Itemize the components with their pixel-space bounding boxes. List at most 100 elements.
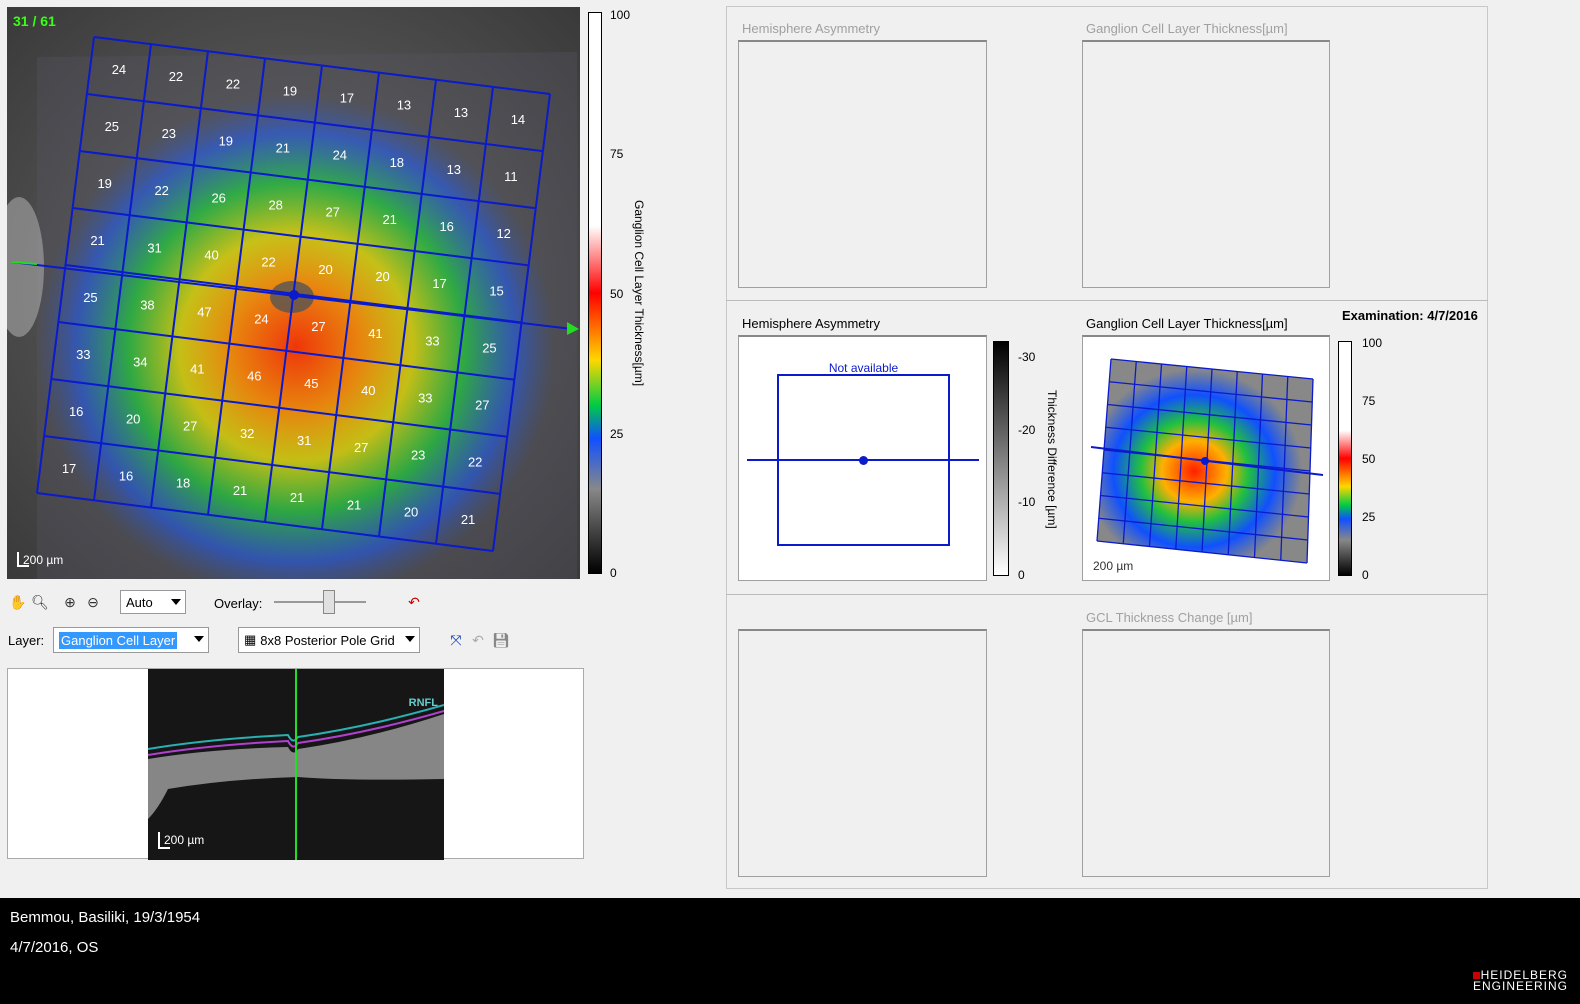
- grid-cell-value: 25: [482, 340, 496, 355]
- grid-cell-value: 27: [475, 398, 489, 413]
- grid-cell-value: 33: [425, 333, 439, 348]
- row-divider: [726, 300, 1488, 301]
- grid-cell-value: 25: [105, 119, 119, 134]
- grid-cell-value: 12: [496, 226, 510, 241]
- grid-cell-value: 21: [290, 490, 304, 505]
- thumb-tick: 50: [1362, 452, 1376, 466]
- save-icon[interactable]: 💾︎: [491, 630, 511, 650]
- undo-icon[interactable]: ↶: [468, 630, 488, 650]
- overlay-slider-track[interactable]: [274, 601, 366, 603]
- grid-select-value: 8x8 Posterior Pole Grid: [260, 632, 395, 648]
- fundus-image-view[interactable]: 24 22 22 19 17 13 13 14 25 23 19 21 24 18 13 11 19 22 26 28…: [7, 7, 580, 579]
- rnfl-tag: RNFL: [408, 697, 438, 709]
- thumb-colorbar: [1338, 341, 1352, 576]
- diff-tick: -30: [1018, 350, 1036, 364]
- magnifier-icon[interactable]: 🔍︎: [30, 592, 50, 612]
- grid-cell-value: 13: [454, 105, 468, 120]
- grid-cell-value: 20: [404, 505, 418, 520]
- diff-tick: -10: [1018, 495, 1036, 509]
- grid-cell-value: 18: [390, 155, 404, 170]
- grid-cell-value: 38: [140, 297, 154, 312]
- scale-bar-icon: [158, 832, 160, 848]
- grid-cell-value: 21: [347, 497, 361, 512]
- grid-cell-value: 22: [468, 455, 482, 470]
- grid-cell-value: 19: [219, 133, 233, 148]
- thumb-scale-label: 200 µm: [1093, 559, 1134, 573]
- grid-cell-value: 21: [90, 233, 104, 248]
- overlay-slider-handle[interactable]: [323, 590, 336, 614]
- zoom-select[interactable]: Auto: [120, 590, 186, 614]
- chevron-down-icon: [171, 599, 181, 605]
- heidelberg-logo: HEIDELBERG ENGINEERING: [1472, 969, 1568, 993]
- gcl-title: Ganglion Cell Layer Thickness[µm]: [1086, 316, 1288, 331]
- zoom-out-icon[interactable]: ⊖: [83, 592, 103, 612]
- grid-cell-value: 16: [69, 404, 83, 419]
- pan-hand-icon[interactable]: ✋: [8, 592, 28, 612]
- overlay-label: Overlay:: [214, 596, 263, 611]
- colorbar-tick: 50: [610, 287, 624, 301]
- grid-cell-value: 16: [439, 219, 453, 234]
- diff-tick: 0: [1018, 568, 1025, 582]
- fit-view-icon[interactable]: ⤧: [446, 630, 466, 650]
- grid-cell-value: 33: [418, 390, 432, 405]
- layer-select[interactable]: Ganglion Cell Layer: [53, 627, 209, 653]
- gcl-thumbnail-box[interactable]: 200 µm: [1082, 335, 1330, 581]
- fundus-scale-label: 200 µm: [23, 553, 64, 567]
- logo-line-2: ENGINEERING: [1472, 979, 1568, 993]
- grid-cell-value: 45: [304, 376, 318, 391]
- thumb-tick: 75: [1362, 394, 1376, 408]
- not-available-text: Not available: [828, 361, 899, 375]
- grid-cell-value: 19: [97, 176, 111, 191]
- logo-mark-icon: [1472, 972, 1480, 979]
- gcl-thumbnail-map: [1090, 358, 1324, 564]
- grid-cell-value: 20: [375, 269, 389, 284]
- grid-cell-value: 24: [254, 312, 268, 327]
- grid-cell-value: 11: [504, 169, 518, 184]
- top-gcl-box: [1082, 40, 1330, 288]
- hemisphere-box[interactable]: Not available: [738, 335, 987, 581]
- grid-cell-value: 47: [197, 304, 211, 319]
- thickness-colorbar: [588, 12, 602, 574]
- top-gcl-title: Ganglion Cell Layer Thickness[µm]: [1086, 21, 1288, 36]
- bottom-left-box: [738, 629, 987, 877]
- grid-cell-value: 41: [190, 362, 204, 377]
- bscan-scale-label: 200 µm: [164, 833, 205, 847]
- grid-cell-value: 15: [489, 283, 503, 298]
- thumb-tick: 25: [1362, 510, 1376, 524]
- grid-cell-value: 27: [325, 205, 339, 220]
- exam-info: 4/7/2016, OS: [10, 939, 99, 956]
- difference-colorbar: [993, 341, 1009, 576]
- grid-cell-value: 13: [447, 162, 461, 177]
- zoom-in-icon[interactable]: ⊕: [60, 592, 80, 612]
- grid-cell-value: 41: [368, 326, 382, 341]
- grid-cell-value: 34: [133, 354, 147, 369]
- grid-cell-value: 22: [169, 69, 183, 84]
- thumb-tick: 100: [1362, 336, 1383, 350]
- top-hemisphere-title: Hemisphere Asymmetry: [742, 21, 880, 36]
- grid-cell-value: 31: [147, 240, 161, 255]
- grid-cell-value: 13: [397, 98, 411, 113]
- reset-view-icon[interactable]: ↶: [404, 592, 424, 612]
- bscan-panel[interactable]: RNFL 200 µm: [7, 668, 584, 860]
- diff-tick: -20: [1018, 423, 1036, 437]
- layer-select-value: Ganglion Cell Layer: [59, 631, 178, 649]
- colorbar-label: Ganglion Cell Layer Thickness[µm]: [632, 200, 646, 387]
- bscan-image: RNFL 200 µm: [148, 669, 444, 860]
- grid-cell-value: 21: [382, 212, 396, 227]
- grid-select[interactable]: ▦ 8x8 Posterior Pole Grid: [238, 627, 420, 653]
- grid-cell-value: 40: [361, 383, 375, 398]
- difference-label: Thickness Difference [µm]: [1045, 390, 1059, 529]
- gcl-change-box: [1082, 629, 1330, 877]
- grid-cell-value: 33: [76, 347, 90, 362]
- patient-name: Bemmou, Basiliki, 19/3/1954: [10, 909, 201, 926]
- grid-cell-value: 17: [62, 461, 76, 476]
- thumb-tick: 0: [1362, 568, 1369, 582]
- grid-cell-value: 21: [461, 512, 475, 527]
- grid-cell-value: 14: [511, 112, 525, 127]
- grid-cell-value: 20: [318, 262, 332, 277]
- fundus-image: 24 22 22 19 17 13 13 14 25 23 19 21 24 18 13 11 19 22 26 28…: [7, 7, 580, 579]
- colorbar-tick: 100: [610, 8, 631, 22]
- grid-cell-value: 23: [162, 126, 176, 141]
- grid-cell-value: 27: [354, 440, 368, 455]
- colorbar-tick: 25: [610, 427, 624, 441]
